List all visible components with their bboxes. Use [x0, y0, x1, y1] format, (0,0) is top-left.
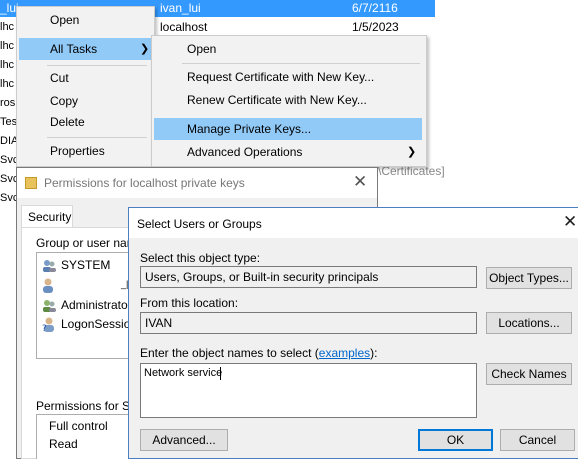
- object-types-button[interactable]: Object Types...: [486, 267, 572, 289]
- object-type-field: Users, Groups, or Built-in security prin…: [140, 266, 477, 288]
- submenu-item-request-certificate[interactable]: Request Certificate with New Key...: [154, 66, 424, 88]
- chevron-right-icon: ❯: [407, 146, 417, 158]
- permission-name: Full control: [49, 419, 108, 433]
- menu-item-label: Open: [50, 13, 80, 27]
- button-label: Cancel: [518, 433, 557, 447]
- examples-link[interactable]: examples: [319, 346, 370, 360]
- menu-item-label: Renew Certificate with New Key...: [187, 93, 367, 107]
- user-name: Administrators: [61, 298, 138, 312]
- menu-item-properties[interactable]: Properties: [19, 140, 152, 162]
- object-names-value: Network service: [144, 367, 223, 379]
- text-cursor: [220, 367, 221, 380]
- menu-item-label: Advanced Operations: [187, 145, 303, 159]
- cancel-button[interactable]: Cancel: [500, 429, 575, 451]
- menu-separator: [182, 63, 420, 64]
- location-field: IVAN: [140, 312, 477, 334]
- list-cell-date: 1/5/2023: [352, 20, 399, 34]
- ok-button[interactable]: OK: [418, 429, 493, 451]
- all-tasks-submenu: Open Request Certificate with New Key...…: [151, 35, 427, 167]
- label-text: Enter the object names to select (: [140, 346, 319, 360]
- user-icon: [42, 278, 54, 293]
- permissions-titlebar: Permissions for localhost private keys ✕: [17, 168, 377, 198]
- list-item[interactable]: _|: [39, 277, 129, 294]
- submenu-item-renew-certificate[interactable]: Renew Certificate with New Key...: [154, 89, 424, 111]
- menu-item-label: Manage Private Keys...: [187, 122, 312, 136]
- menu-item-label: Request Certificate with New Key...: [187, 70, 375, 84]
- users-icon: [42, 259, 56, 272]
- list-cell-issued-to: localhost: [160, 20, 208, 34]
- menu-item-label: Open: [187, 42, 217, 56]
- users-listbox[interactable]: SYSTEM _| Administrators ? LogonSession: [36, 252, 138, 359]
- select-users-titlebar: Select Users or Groups ✕: [129, 208, 578, 238]
- submenu-item-advanced-operations[interactable]: Advanced Operations ❯: [154, 141, 424, 163]
- button-label: OK: [446, 433, 465, 447]
- svg-text:?: ?: [42, 324, 47, 332]
- list-cell-date: 6/7/2116: [352, 1, 398, 15]
- tab-security[interactable]: Security: [21, 205, 73, 228]
- menu-separator: [47, 65, 147, 66]
- advanced-button[interactable]: Advanced...: [140, 429, 228, 451]
- location-label: From this location:: [140, 296, 239, 310]
- tab-label: Security: [28, 210, 72, 224]
- folder-icon: [25, 177, 37, 189]
- object-names-input[interactable]: Network service: [140, 363, 477, 418]
- location-value: IVAN: [145, 316, 173, 330]
- menu-item-copy[interactable]: Copy: [19, 90, 152, 112]
- button-label: Object Types...: [489, 271, 569, 285]
- menu-item-label: Delete: [50, 115, 85, 129]
- object-names-label: Enter the object names to select (exampl…: [140, 346, 377, 360]
- users-icon: [42, 299, 56, 312]
- menu-item-all-tasks[interactable]: All Tasks ❯: [19, 38, 152, 60]
- user-name: LogonSession: [61, 317, 138, 331]
- user-question-icon: ?: [42, 317, 56, 334]
- list-cell-issued-to: ivan_lui: [160, 1, 201, 15]
- locations-button[interactable]: Locations...: [486, 312, 572, 334]
- menu-item-label: Properties: [50, 144, 105, 158]
- window-title: Permissions for localhost private keys: [44, 176, 245, 190]
- button-label: Advanced...: [152, 433, 216, 447]
- menu-item-open[interactable]: Open: [19, 9, 152, 31]
- user-name: SYSTEM: [61, 258, 111, 272]
- submenu-item-open[interactable]: Open: [154, 38, 424, 60]
- chevron-right-icon: ❯: [140, 43, 150, 55]
- menu-item-label: Copy: [50, 94, 79, 108]
- context-menu: Open All Tasks ❯ Cut Copy Delete Propert…: [16, 6, 155, 167]
- menu-item-label: Cut: [50, 71, 69, 85]
- menu-item-cut[interactable]: Cut: [19, 67, 152, 89]
- label-text: ):: [370, 346, 378, 360]
- object-type-label: Select this object type:: [140, 251, 261, 265]
- close-icon[interactable]: ✕: [563, 212, 577, 232]
- menu-separator: [47, 137, 147, 138]
- select-users-dialog: Select Users or Groups ✕ Select this obj…: [128, 207, 578, 459]
- menu-item-label: All Tasks: [50, 42, 98, 56]
- window-title: Select Users or Groups: [137, 217, 262, 231]
- button-label: Locations...: [498, 316, 560, 330]
- submenu-item-manage-private-keys[interactable]: Manage Private Keys...: [154, 118, 422, 140]
- object-type-value: Users, Groups, or Built-in security prin…: [145, 270, 379, 284]
- check-names-button[interactable]: Check Names: [486, 363, 572, 385]
- close-icon[interactable]: ✕: [353, 172, 367, 192]
- menu-item-delete[interactable]: Delete: [19, 111, 152, 133]
- permission-name: Read: [49, 437, 78, 451]
- button-label: Check Names: [491, 367, 567, 381]
- permissions-list: Full control Read: [36, 414, 138, 459]
